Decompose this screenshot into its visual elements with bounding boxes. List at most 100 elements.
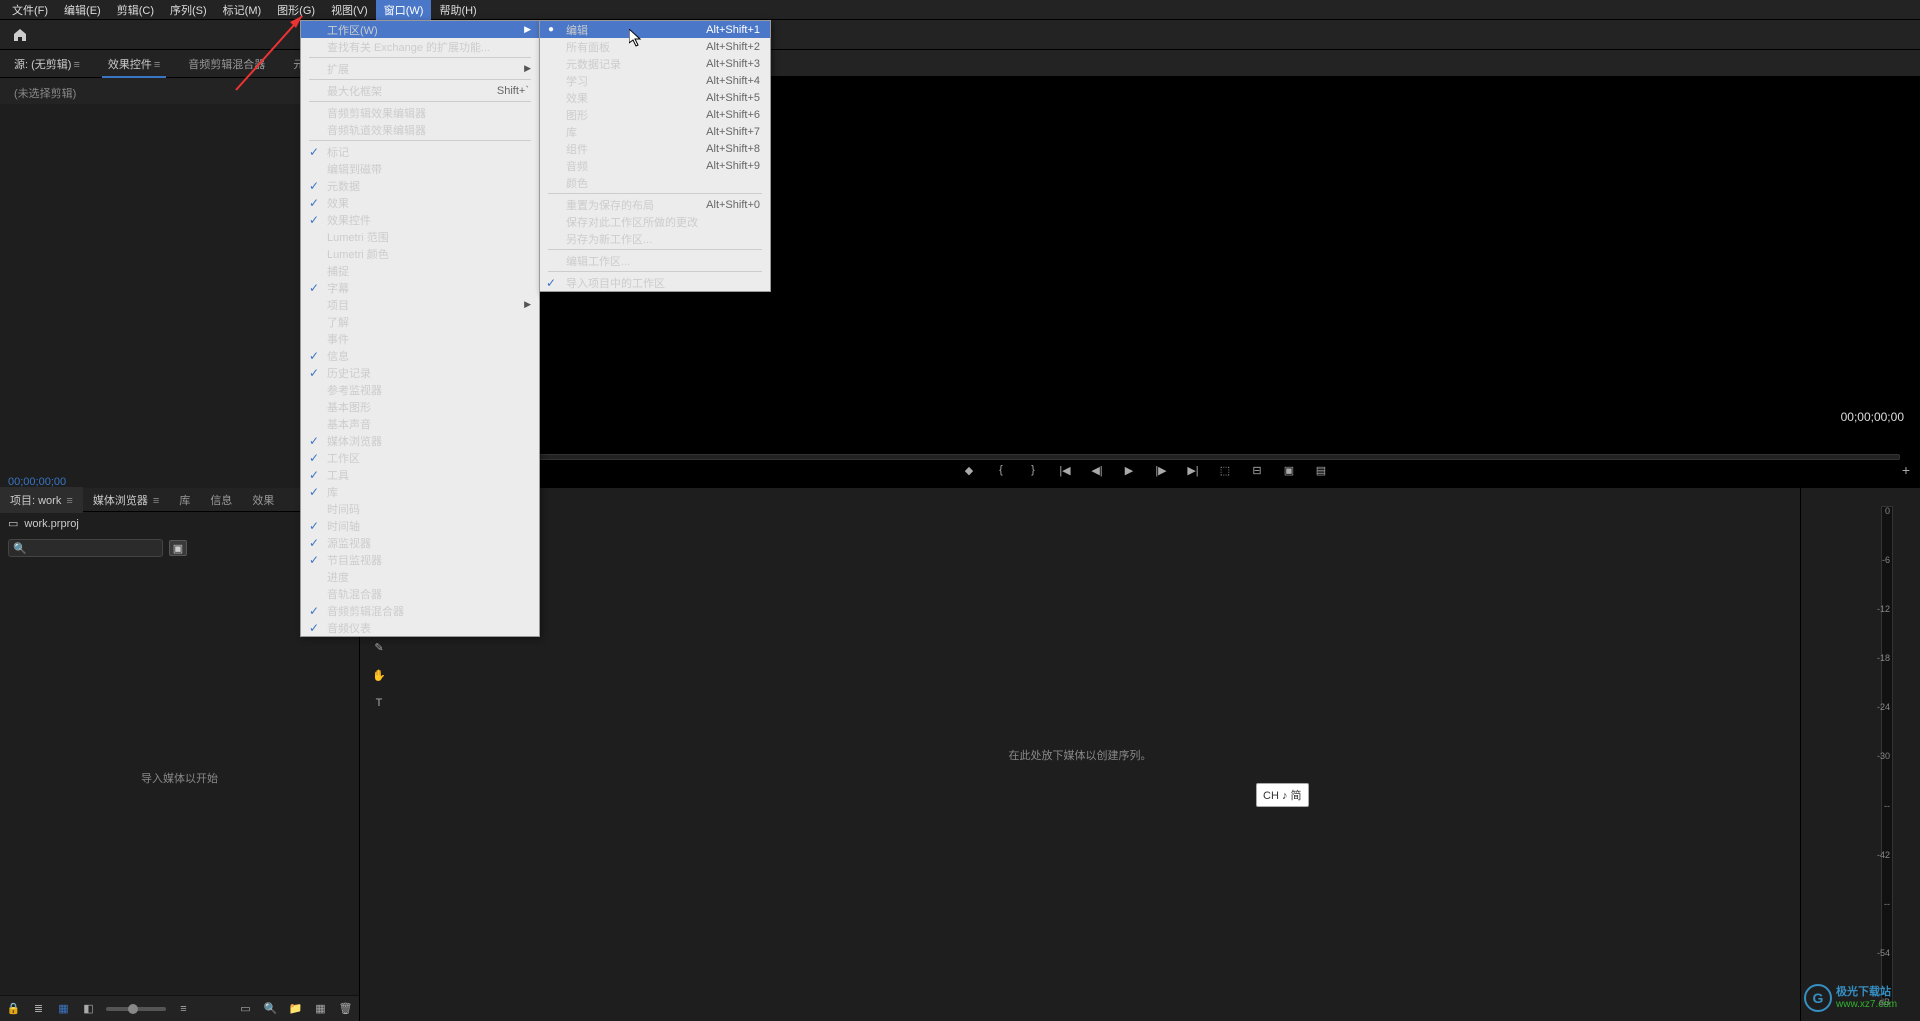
trash-icon[interactable]: 🗑 [338, 1001, 353, 1016]
go-out-icon[interactable]: ▶| [1184, 461, 1202, 479]
window-menu-item[interactable]: 捕捉 [301, 262, 539, 279]
window-menu-item[interactable]: ✓元数据 [301, 177, 539, 194]
menu-view[interactable]: 视图(V) [323, 0, 376, 21]
ime-indicator[interactable]: CH ♪ 简 [1256, 783, 1309, 807]
menu-file[interactable]: 文件(F) [4, 0, 56, 21]
project-search-input[interactable]: 🔍 [8, 539, 163, 557]
tab-audio-clip-mixer[interactable]: 音频剪辑混合器 [174, 50, 279, 78]
window-menu-item[interactable]: ✓信息 [301, 347, 539, 364]
mark-in-icon[interactable]: ◆ [960, 461, 978, 479]
workspace-submenu-item[interactable]: 组件Alt+Shift+8 [540, 140, 770, 157]
workspace-submenu-item[interactable]: 音频Alt+Shift+9 [540, 157, 770, 174]
menu-help[interactable]: 帮助(H) [431, 0, 484, 21]
window-menu-item[interactable]: ✓历史记录 [301, 364, 539, 381]
tab-effect-controls[interactable]: 效果控件≡ [94, 50, 174, 78]
window-menu-item[interactable]: ✓字幕 [301, 279, 539, 296]
window-menu-item[interactable]: ✓标记 [301, 143, 539, 160]
new-bin-icon[interactable]: 📁 [288, 1001, 303, 1016]
freeform-view-icon[interactable]: ◧ [81, 1001, 96, 1016]
workspace-submenu-item[interactable]: 编辑工作区... [540, 252, 770, 269]
tab-menu-icon[interactable]: ≡ [73, 59, 79, 71]
window-menu-item[interactable]: ✓效果 [301, 194, 539, 211]
workspace-submenu-item[interactable]: 所有面板Alt+Shift+2 [540, 38, 770, 55]
audio-db-label: -30 [1877, 751, 1890, 761]
icon-view-icon[interactable]: ▦ [56, 1001, 71, 1016]
find-icon[interactable]: 🔍 [263, 1001, 278, 1016]
window-menu-item[interactable]: 音轨混合器 [301, 585, 539, 602]
menu-edit[interactable]: 编辑(E) [56, 0, 109, 21]
window-menu-item[interactable]: 基本图形 [301, 398, 539, 415]
workspace-submenu-item[interactable]: ✓导入项目中的工作区 [540, 274, 770, 291]
workspace-submenu-item[interactable]: ●编辑Alt+Shift+1 [540, 21, 770, 38]
pen-tool[interactable]: ✎ [366, 636, 392, 658]
extract-icon[interactable]: ⊟ [1248, 461, 1266, 479]
window-menu-item[interactable]: ✓节目监视器 [301, 551, 539, 568]
workspace-submenu-item[interactable]: 另存为新工作区... [540, 230, 770, 247]
window-menu-item[interactable]: 了解 [301, 313, 539, 330]
window-menu-item[interactable]: 事件 [301, 330, 539, 347]
workspace-submenu-item[interactable]: 图形Alt+Shift+6 [540, 106, 770, 123]
window-menu-item[interactable]: 参考监视器 [301, 381, 539, 398]
window-menu-item[interactable]: 编辑到磁带 [301, 160, 539, 177]
menu-marker[interactable]: 标记(M) [215, 0, 270, 21]
window-menu-item[interactable]: ✓音频剪辑混合器 [301, 602, 539, 619]
tab-menu-icon[interactable]: ≡ [150, 495, 159, 507]
compare-icon[interactable]: ▤ [1312, 461, 1330, 479]
window-menu-item[interactable]: 查找有关 Exchange 的扩展功能... [301, 38, 539, 55]
writable-icon[interactable]: 🔒 [6, 1001, 21, 1016]
workspace-submenu-item[interactable]: 库Alt+Shift+7 [540, 123, 770, 140]
window-menu-item[interactable]: Lumetri 范围 [301, 228, 539, 245]
window-menu-item[interactable]: ✓音频仪表 [301, 619, 539, 636]
window-menu-item[interactable]: ✓效果控件 [301, 211, 539, 228]
window-menu-item[interactable]: Lumetri 颜色 [301, 245, 539, 262]
automate-icon[interactable]: ▭ [238, 1001, 253, 1016]
workspace-submenu-item[interactable]: 元数据记录Alt+Shift+3 [540, 55, 770, 72]
window-menu-item[interactable]: 进度 [301, 568, 539, 585]
menu-graphics[interactable]: 图形(G) [269, 0, 323, 21]
workspace-submenu-item[interactable]: 效果Alt+Shift+5 [540, 89, 770, 106]
step-back-icon[interactable]: ◀| [1088, 461, 1106, 479]
bracket-in-icon[interactable]: { [992, 461, 1010, 479]
add-button-icon[interactable]: + [1902, 462, 1910, 478]
window-menu-item[interactable]: ✓时间轴 [301, 517, 539, 534]
tab-menu-icon[interactable]: ≡ [154, 59, 160, 71]
bracket-out-icon[interactable]: } [1024, 461, 1042, 479]
go-in-icon[interactable]: |◀ [1056, 461, 1074, 479]
window-menu-item[interactable]: 最大化框架Shift+` [301, 82, 539, 99]
project-tab-library[interactable]: 库 [169, 487, 200, 513]
tab-menu-icon[interactable]: ≡ [63, 495, 72, 507]
project-tab-effects[interactable]: 效果 [242, 487, 284, 513]
window-menu-item[interactable]: 工作区(W)▶ [301, 21, 539, 38]
project-tab-info[interactable]: 信息 [200, 487, 242, 513]
type-tool[interactable]: T [366, 692, 392, 714]
create-preview-icon[interactable]: ▣ [169, 540, 187, 556]
lift-icon[interactable]: ⬚ [1216, 461, 1234, 479]
window-menu-item[interactable]: 时间码 [301, 500, 539, 517]
hand-tool[interactable]: ✋ [366, 664, 392, 686]
menu-window[interactable]: 窗口(W) [376, 0, 432, 21]
workspace-submenu-item[interactable]: 颜色 [540, 174, 770, 191]
menu-clip[interactable]: 剪辑(C) [109, 0, 162, 21]
home-icon[interactable] [8, 23, 32, 47]
tab-source[interactable]: 源: (无剪辑)≡ [0, 50, 94, 78]
sort-icon[interactable]: ≡ [176, 1001, 191, 1016]
project-tab-mediabrowser[interactable]: 媒体浏览器 ≡ [83, 487, 169, 513]
new-item-icon[interactable]: ▦ [313, 1001, 328, 1016]
workspace-submenu-item[interactable]: 重置为保存的布局Alt+Shift+0 [540, 196, 770, 213]
window-menu-item[interactable]: 项目▶ [301, 296, 539, 313]
window-menu-item[interactable]: ✓媒体浏览器 [301, 432, 539, 449]
play-icon[interactable]: ▶ [1120, 461, 1138, 479]
list-view-icon[interactable]: ≣ [31, 1001, 46, 1016]
step-fwd-icon[interactable]: |▶ [1152, 461, 1170, 479]
window-menu-item[interactable]: ✓工作区 [301, 449, 539, 466]
watermark-brand: 极光下载站 [1836, 986, 1897, 998]
zoom-slider[interactable] [106, 1007, 166, 1011]
camera-icon[interactable]: ▣ [1280, 461, 1298, 479]
window-menu-item[interactable]: ✓工具 [301, 466, 539, 483]
window-menu-item[interactable]: ✓库 [301, 483, 539, 500]
menu-sequence[interactable]: 序列(S) [162, 0, 215, 21]
workspace-submenu-item[interactable]: 学习Alt+Shift+4 [540, 72, 770, 89]
window-menu-item[interactable]: 基本声音 [301, 415, 539, 432]
window-menu-item[interactable]: ✓源监视器 [301, 534, 539, 551]
project-tab-project[interactable]: 项目: work ≡ [0, 487, 83, 513]
